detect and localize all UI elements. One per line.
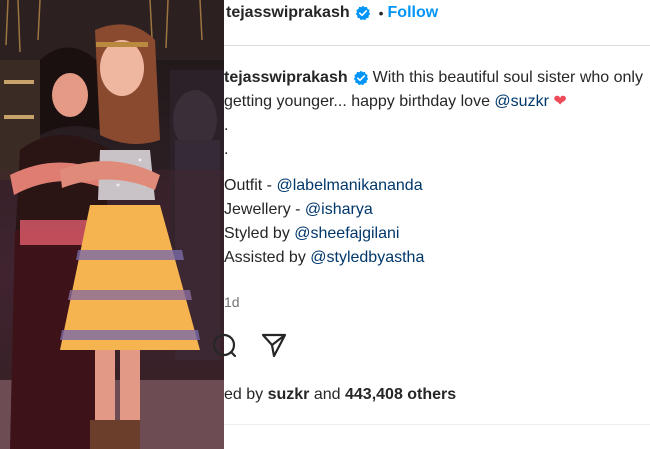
post-header: tejasswiprakash • Follow [224,0,650,26]
post-caption: tejasswiprakash With this beautiful soul … [224,66,650,270]
post-photo[interactable] [0,0,224,449]
caption-username[interactable]: tejasswiprakash [224,69,348,86]
styled-label: Styled by [224,225,290,242]
caption-assisted-line: Assisted by @styledbyastha [224,246,650,270]
heart-emoji: ❤ [553,93,567,110]
caption-outfit-line: Outfit - @labelmanikananda [224,174,650,198]
post-photo-illustration [0,0,224,449]
share-icon[interactable] [260,331,288,359]
likes-count[interactable]: 443,408 others [345,386,456,403]
liker-username[interactable]: suzkr [268,386,310,403]
outfit-label: Outfit - [224,177,273,194]
header-divider [224,45,650,46]
mention-labelmanikananda[interactable]: @labelmanikananda [276,177,422,194]
likes-summary: ed by suzkr and 443,408 others [224,386,456,404]
jewellery-label: Jewellery - [224,201,301,218]
action-bar [210,330,288,360]
assisted-label: Assisted by [224,249,306,266]
header-separator: • [378,5,384,21]
caption-line-2: getting younger... happy birthday love @… [224,90,650,114]
follow-button[interactable]: Follow [388,4,439,22]
mention-sheefajgilani[interactable]: @sheefajgilani [294,225,399,242]
caption-line-1: tejasswiprakash With this beautiful soul … [224,66,650,90]
verified-badge-icon [355,5,370,21]
likes-prefix: ed by [224,386,264,403]
caption-dot-2: . [224,138,650,162]
caption-dot-text-2: . [224,141,229,158]
mention-styledbyastha[interactable]: @styledbyastha [310,249,424,266]
caption-verified-badge-icon [353,70,368,85]
comment-icon[interactable] [210,331,238,359]
caption-dot-1: . [224,114,650,138]
mention-suzkr[interactable]: @suzkr [494,93,548,110]
caption-text-2: getting younger... happy birthday love [224,93,490,110]
header-username[interactable]: tejasswiprakash [226,4,350,22]
caption-styled-line: Styled by @sheefajgilani [224,222,650,246]
caption-jewellery-line: Jewellery - @isharya [224,198,650,222]
footer-divider [224,424,650,425]
likes-and: and [313,386,341,403]
mention-isharya[interactable]: @isharya [305,201,373,218]
caption-dot-text-1: . [224,117,229,134]
caption-text-1: With this beautiful soul sister who only [372,69,643,86]
post-timestamp[interactable]: 1d [224,294,240,310]
